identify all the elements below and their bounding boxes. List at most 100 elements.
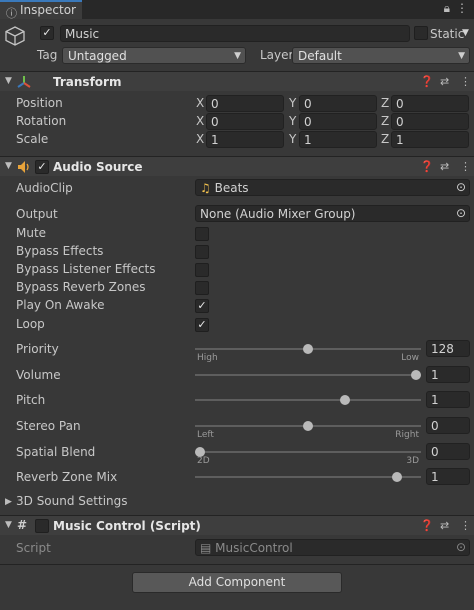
pitch-slider-handle[interactable] bbox=[339, 395, 350, 405]
object-picker-icon[interactable]: ⊙ bbox=[456, 206, 466, 220]
static-checkbox[interactable] bbox=[414, 26, 428, 40]
help-icon[interactable]: ❓ bbox=[420, 160, 434, 173]
transform-rotation-label: Rotation bbox=[16, 114, 67, 128]
kebab-menu-icon[interactable]: ⋮ bbox=[460, 75, 471, 88]
bypass-listener-effects-label: Bypass Listener Effects bbox=[16, 262, 156, 276]
spatial-blend-value-field[interactable]: 0 bbox=[426, 443, 470, 460]
volume-value-field[interactable]: 1 bbox=[426, 366, 470, 383]
music-note-icon: ♫ bbox=[200, 181, 211, 195]
axis-y-label[interactable]: Y bbox=[289, 132, 296, 146]
priority-slider-handle[interactable] bbox=[303, 344, 313, 354]
spatial-blend-label: Spatial Blend bbox=[16, 445, 96, 459]
mute-checkbox[interactable] bbox=[195, 227, 209, 241]
object-name-field[interactable]: Music bbox=[60, 25, 410, 42]
active-checkbox[interactable]: ✓ bbox=[40, 26, 54, 40]
transform-rotation-z-field[interactable]: 0 bbox=[391, 113, 469, 130]
axis-x-label[interactable]: X bbox=[196, 114, 204, 128]
tab-inspector-label: Inspector bbox=[20, 3, 76, 17]
3d-sound-settings-foldout[interactable]: 3D Sound Settings bbox=[16, 494, 128, 508]
axis-y-label[interactable]: Y bbox=[289, 96, 296, 110]
transform-title: Transform bbox=[53, 75, 122, 89]
output-field[interactable]: None (Audio Mixer Group) ⊙ bbox=[195, 205, 470, 222]
bypass-reverb-zones-label: Bypass Reverb Zones bbox=[16, 280, 146, 294]
volume-slider-handle[interactable] bbox=[411, 370, 421, 380]
priority-value-field[interactable]: 128 bbox=[426, 340, 470, 357]
spatial-blend-max-label: 3D bbox=[406, 456, 419, 466]
transform-position-z-field[interactable]: 0 bbox=[391, 95, 469, 112]
axis-z-label[interactable]: Z bbox=[381, 132, 389, 146]
stereo-pan-min-label: Left bbox=[197, 430, 214, 440]
tag-value: Untagged bbox=[68, 49, 127, 63]
axis-x-label[interactable]: X bbox=[196, 132, 204, 146]
reverb-zone-mix-slider-handle[interactable] bbox=[391, 472, 402, 482]
mute-label: Mute bbox=[16, 226, 47, 240]
priority-max-label: Low bbox=[401, 353, 419, 363]
pitch-value-field[interactable]: 1 bbox=[426, 391, 470, 408]
sliders-icon[interactable]: ⇄ bbox=[440, 160, 449, 173]
audioclip-value: Beats bbox=[214, 181, 249, 195]
tab-bar: ⓘ Inspector 🔒︎ ⋮ bbox=[0, 0, 474, 20]
spatial-blend-min-label: 2D bbox=[197, 456, 210, 466]
play-on-awake-checkbox[interactable]: ✓ bbox=[195, 299, 209, 313]
volume-slider-track[interactable] bbox=[195, 374, 421, 376]
sliders-icon[interactable]: ⇄ bbox=[440, 75, 449, 88]
add-component-button[interactable]: Add Component bbox=[132, 572, 342, 593]
transform-rotation-y-field[interactable]: 0 bbox=[299, 113, 377, 130]
foldout-arrow-icon[interactable]: ▶ bbox=[5, 497, 12, 507]
foldout-arrow-icon[interactable]: ▼ bbox=[5, 161, 12, 171]
tag-dropdown[interactable]: Untagged ▼ bbox=[62, 47, 246, 64]
help-icon[interactable]: ❓ bbox=[420, 519, 434, 532]
audio-source-enabled-checkbox[interactable]: ✓ bbox=[35, 160, 49, 174]
output-label: Output bbox=[16, 207, 58, 221]
kebab-menu-icon[interactable]: ⋮ bbox=[456, 1, 468, 15]
help-icon[interactable]: ❓ bbox=[420, 75, 434, 88]
object-picker-icon: ⊙ bbox=[455, 540, 466, 554]
kebab-menu-icon[interactable]: ⋮ bbox=[460, 160, 471, 173]
reverb-zone-mix-value-field[interactable]: 1 bbox=[426, 468, 470, 485]
pitch-label: Pitch bbox=[16, 393, 46, 407]
chevron-down-icon: ▼ bbox=[234, 51, 241, 61]
loop-checkbox[interactable]: ✓ bbox=[195, 318, 209, 332]
info-icon: ⓘ bbox=[6, 7, 17, 20]
transform-position-y-field[interactable]: 0 bbox=[299, 95, 377, 112]
audio-source-title: Audio Source bbox=[53, 160, 143, 174]
bypass-effects-checkbox[interactable] bbox=[195, 245, 209, 259]
sliders-icon[interactable]: ⇄ bbox=[440, 519, 449, 532]
audioclip-field[interactable]: ♫ Beats ⊙ bbox=[195, 179, 470, 196]
spatial-blend-slider-track[interactable] bbox=[195, 451, 421, 453]
music-control-enabled-checkbox[interactable] bbox=[35, 519, 49, 533]
tab-inspector[interactable]: ⓘ Inspector bbox=[0, 0, 82, 20]
reverb-zone-mix-slider-track[interactable] bbox=[195, 476, 421, 478]
transform-rotation-x-field[interactable]: 0 bbox=[206, 113, 284, 130]
music-control-header[interactable]: ▼ # Music Control (Script) ❓ ⇄ ⋮ bbox=[0, 515, 474, 535]
foldout-arrow-icon[interactable]: ▼ bbox=[5, 76, 12, 86]
reverb-zone-mix-label: Reverb Zone Mix bbox=[16, 470, 118, 484]
bypass-effects-label: Bypass Effects bbox=[16, 244, 104, 258]
static-label: Static bbox=[430, 27, 465, 41]
transform-scale-y-field[interactable]: 1 bbox=[299, 131, 377, 148]
stereo-pan-value-field[interactable]: 0 bbox=[426, 417, 470, 434]
axis-z-label[interactable]: Z bbox=[381, 96, 389, 110]
axis-z-label[interactable]: Z bbox=[381, 114, 389, 128]
static-dropdown-arrow[interactable]: ▼ bbox=[462, 28, 469, 38]
transform-position-x-field[interactable]: 0 bbox=[206, 95, 284, 112]
kebab-menu-icon[interactable]: ⋮ bbox=[460, 519, 471, 532]
stereo-pan-slider-handle[interactable] bbox=[303, 421, 313, 431]
lock-icon[interactable]: 🔒︎ bbox=[444, 1, 450, 16]
axis-x-label[interactable]: X bbox=[196, 96, 204, 110]
foldout-arrow-icon[interactable]: ▼ bbox=[5, 520, 12, 530]
transform-scale-z-field[interactable]: 1 bbox=[391, 131, 469, 148]
layer-dropdown[interactable]: Default ▼ bbox=[292, 47, 470, 64]
bypass-listener-effects-checkbox[interactable] bbox=[195, 263, 209, 277]
music-control-title: Music Control (Script) bbox=[53, 519, 201, 533]
transform-scale-x-field[interactable]: 1 bbox=[206, 131, 284, 148]
tag-label: Tag bbox=[37, 48, 58, 62]
transform-header[interactable]: ▼ Transform ❓ ⇄ ⋮ bbox=[0, 71, 474, 91]
pitch-slider-track[interactable] bbox=[195, 399, 421, 401]
layer-value: Default bbox=[298, 49, 342, 63]
audio-source-header[interactable]: ▼ ✓ Audio Source ❓ ⇄ ⋮ bbox=[0, 156, 474, 176]
axis-y-label[interactable]: Y bbox=[289, 114, 296, 128]
object-picker-icon[interactable]: ⊙ bbox=[456, 180, 466, 194]
bypass-reverb-zones-checkbox[interactable] bbox=[195, 281, 209, 295]
divider bbox=[0, 564, 474, 565]
